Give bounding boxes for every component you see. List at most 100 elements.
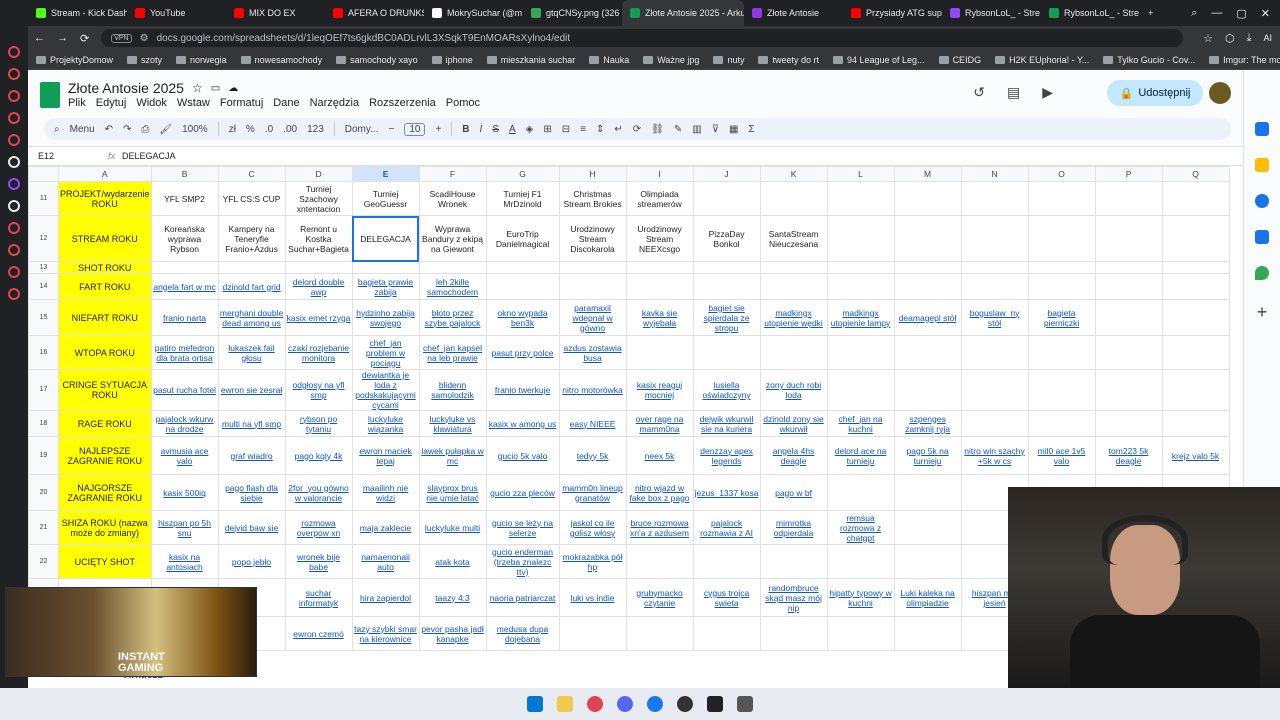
cell[interactable]: dzinold zony sie wkurwił (759, 410, 828, 437)
cell[interactable] (1027, 273, 1096, 300)
cell-link[interactable]: kasix 500iq (163, 488, 206, 498)
cell[interactable] (960, 369, 1029, 411)
cell-link[interactable]: ewron sie zesrał (221, 385, 282, 395)
browser-tab[interactable]: MokrySuchar (@m (424, 0, 523, 26)
cell[interactable]: taazy 4:3 (418, 578, 487, 617)
cell[interactable]: NAJLEPSZE ZAGRANIE ROKU (58, 436, 152, 475)
cell[interactable] (625, 616, 694, 651)
column-header[interactable]: P (1094, 166, 1163, 182)
cell-link[interactable]: atak kota (435, 557, 470, 567)
percent-button[interactable]: % (246, 124, 255, 135)
cell[interactable]: pajalock rozmawia z AI (692, 510, 761, 545)
row-header[interactable]: 19 (28, 436, 59, 475)
reload-icon[interactable]: ⟳ (80, 32, 89, 45)
cell[interactable] (1027, 410, 1096, 437)
cell-link[interactable]: bagieta prawie zabija (358, 277, 413, 297)
cell[interactable]: bagieta prawie zabija (351, 273, 420, 300)
cell[interactable]: EuroTrip Danielmagical (485, 215, 560, 262)
menu-item[interactable]: Edytuj (96, 97, 127, 109)
cell-link[interactable]: Luki kaleka na olimpiadzie (900, 588, 954, 608)
cell[interactable] (1094, 215, 1163, 262)
row-header[interactable]: 17 (28, 369, 59, 411)
cell[interactable] (759, 273, 828, 300)
comment-icon[interactable]: ✎ (674, 124, 682, 135)
bookmark-item[interactable]: ProjektyDomow (36, 55, 113, 65)
cell[interactable]: dewiantka je loda z podskakującymi cycam… (351, 369, 420, 411)
column-header[interactable]: C (217, 166, 286, 182)
cell[interactable]: PizzaDay Bonkol (692, 215, 761, 262)
cell-link[interactable]: boguslaw_ny stół (970, 308, 1020, 328)
cell[interactable]: RAGE ROKU (58, 410, 152, 437)
rotate-icon[interactable]: ⟳ (633, 124, 641, 135)
column-header[interactable]: E (351, 166, 420, 182)
cell[interactable]: easy NIEEE (558, 410, 627, 437)
cell[interactable]: denzzay apex legends (692, 436, 761, 475)
cell[interactable] (826, 261, 895, 274)
sheets-logo-icon[interactable] (40, 82, 60, 108)
filter-icon[interactable]: ⊽ (712, 124, 719, 135)
cell-link[interactable]: neex 5k (645, 451, 675, 461)
menu-item[interactable]: Narzędzia (310, 97, 360, 109)
cell[interactable]: odgłosy na yfl smp (284, 369, 353, 411)
browser-tab[interactable]: RybsonLoL_ - Stre (942, 0, 1041, 26)
undo-icon[interactable]: ↶ (105, 124, 113, 135)
row-header[interactable]: 16 (28, 335, 59, 370)
cell[interactable] (893, 510, 962, 545)
cell[interactable]: bagiet sie spierdala ze stropu (692, 299, 761, 336)
increase-decimal-button[interactable]: .00 (283, 124, 297, 135)
cell[interactable]: kasix na antosiach (150, 544, 219, 579)
cell[interactable]: YFL CS:S CUP (217, 181, 286, 216)
cell-link[interactable]: patiro mefedron dla brata ortisa (155, 343, 215, 363)
cell-link[interactable]: bagiet sie spierdala ze stropu (704, 303, 750, 333)
cell[interactable] (893, 544, 962, 579)
cell[interactable] (1094, 181, 1163, 216)
keep-icon[interactable] (1255, 158, 1269, 172)
document-title[interactable]: Złote Antosie 2025 (68, 80, 184, 96)
cell-link[interactable]: merghani double dead among us (220, 308, 283, 328)
cell[interactable]: chef_jan kapsel na leb prawie (418, 335, 487, 370)
cell[interactable]: boguslaw_ny stół (960, 299, 1029, 336)
cell-link[interactable]: madkingx utopienie lampy (831, 308, 891, 328)
cell[interactable]: bagieta pierniczki (1027, 299, 1096, 336)
cell[interactable]: kasix emet rzyga (284, 299, 353, 336)
sidebar-app-icon[interactable] (8, 266, 20, 278)
cell[interactable]: gucio 5k valo (485, 436, 560, 475)
cell-link[interactable]: mimrotka odpierdala (774, 518, 814, 538)
cell[interactable]: kasix w among us (485, 410, 560, 437)
cell[interactable] (759, 616, 828, 651)
cell[interactable]: tazy szybki smar na kierownice (351, 616, 420, 651)
cell[interactable] (217, 261, 286, 274)
cell-link[interactable]: ewron maciek tepaj (359, 446, 411, 466)
cell[interactable]: luckyluke multi (418, 510, 487, 545)
windows-start-icon[interactable] (527, 696, 543, 712)
cell[interactable]: pajalock wkurw na drodze (150, 410, 219, 437)
row-header[interactable]: 12 (28, 215, 59, 262)
row-header[interactable]: 18 (28, 410, 59, 437)
cell[interactable] (1027, 335, 1096, 370)
sidebar-app-icon[interactable] (8, 46, 20, 58)
maps-icon[interactable] (1255, 266, 1269, 280)
cell-link[interactable]: bruce rozmowa xn'a z azdusem (630, 518, 689, 538)
bookmark-item[interactable]: CEIDG (938, 55, 981, 65)
cell-link[interactable]: błoto przez szybe pajalock (425, 308, 481, 328)
cell[interactable]: rybson po tytaniu (284, 410, 353, 437)
row-header[interactable]: 11 (28, 181, 59, 216)
cell[interactable]: cygus trojca swieta (692, 578, 761, 617)
cell-link[interactable]: tom223 5k deagle (1109, 446, 1149, 466)
bookmark-item[interactable]: 94 League of Leg... (832, 55, 925, 65)
cell[interactable] (1161, 181, 1230, 216)
cell[interactable]: kavka sie wyjebała (625, 299, 694, 336)
x-icon[interactable] (8, 200, 20, 212)
cell[interactable]: hiszpan po 5h snu (150, 510, 219, 545)
cell-link[interactable]: denzzay apex legends (700, 446, 752, 466)
cell-link[interactable]: łukaszek fail głosu (228, 343, 274, 363)
cell[interactable]: pago w bf (759, 474, 828, 511)
cell[interactable] (759, 335, 828, 370)
cell[interactable] (1094, 410, 1163, 437)
cell[interactable] (558, 616, 627, 651)
cell[interactable]: NIEFART ROKU (58, 299, 152, 336)
cell[interactable]: hira zapierdol (351, 578, 420, 617)
cell[interactable] (826, 181, 895, 216)
cell[interactable]: maja zaklecie (351, 510, 420, 545)
cell-link[interactable]: kasix na antosiach (166, 552, 202, 572)
